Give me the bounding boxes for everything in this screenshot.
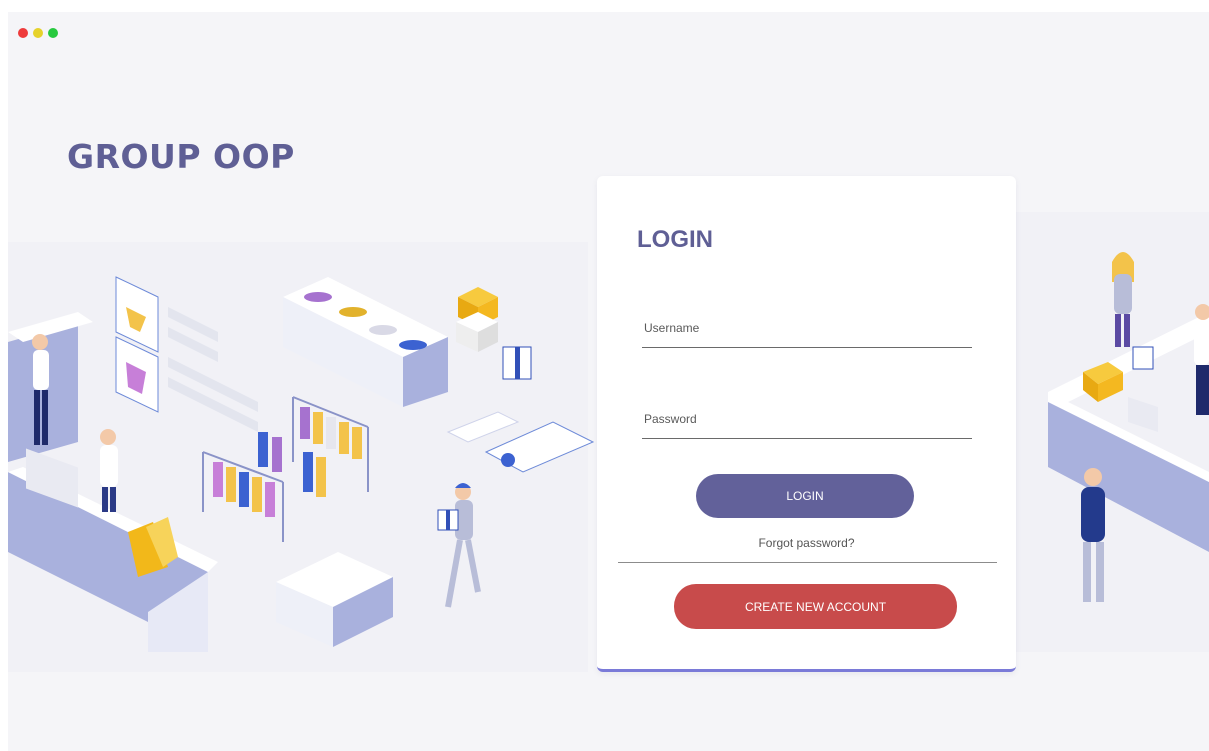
password-field-wrapper: [642, 410, 972, 439]
login-card: LOGIN LOGIN Forgot password? CREATE NEW …: [597, 176, 1016, 672]
username-input[interactable]: [642, 321, 972, 348]
create-account-button[interactable]: CREATE NEW ACCOUNT: [674, 584, 957, 629]
app-window: GROUP OOP LOGIN LOGIN Forgot password? C…: [8, 12, 1209, 751]
login-title: LOGIN: [637, 226, 713, 253]
login-button[interactable]: LOGIN: [696, 474, 914, 518]
forgot-password-link[interactable]: Forgot password?: [597, 536, 1016, 550]
brand-title: GROUP OOP: [67, 137, 295, 176]
divider: [618, 562, 997, 563]
username-field-wrapper: [642, 319, 972, 348]
password-input[interactable]: [642, 412, 972, 439]
